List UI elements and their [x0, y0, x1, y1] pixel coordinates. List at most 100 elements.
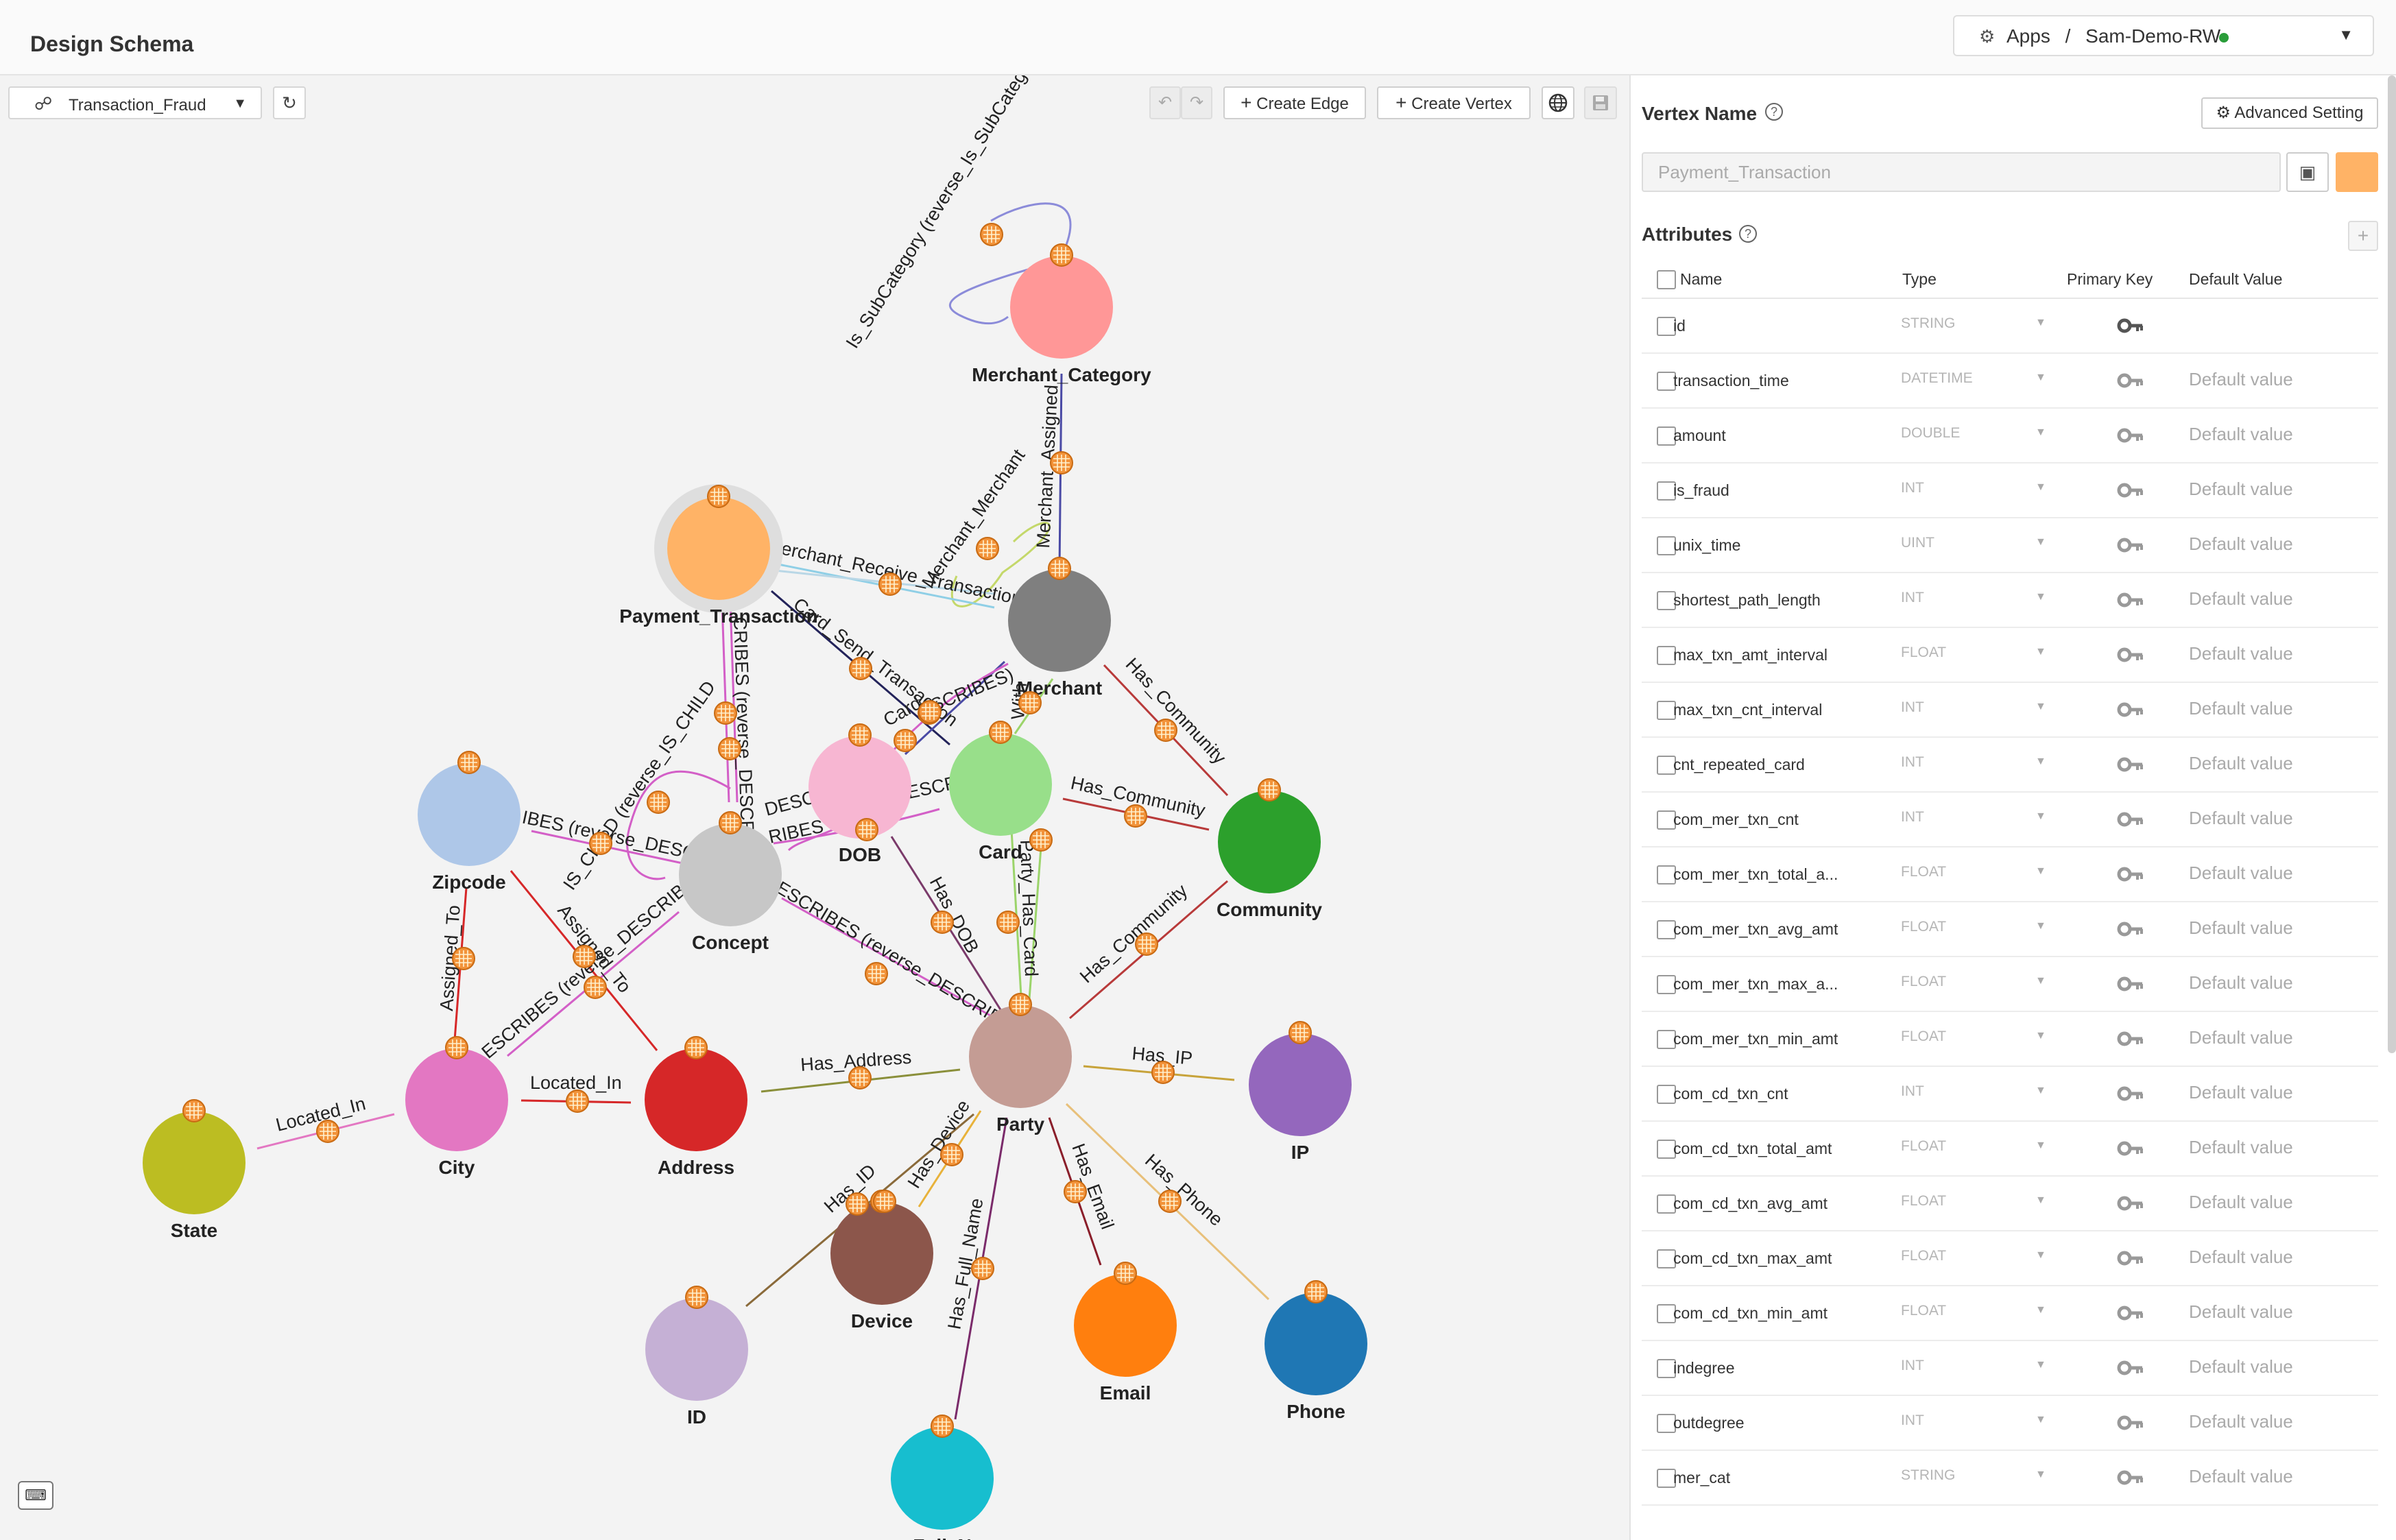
attribute-type-select[interactable]: FLOAT [1901, 1248, 1946, 1264]
edge-handle-icon[interactable] [1114, 1262, 1137, 1285]
vertex-circle[interactable] [143, 1111, 245, 1214]
chevron-down-icon[interactable]: ▼ [2035, 1140, 2046, 1152]
edge-handle-icon[interactable] [989, 721, 1012, 744]
table-row[interactable]: max_txn_cnt_interval INT ▼ Default value [1642, 683, 2378, 738]
attribute-type-select[interactable]: FLOAT [1901, 919, 1946, 935]
default-value-input[interactable]: Default value [2189, 972, 2293, 994]
table-row[interactable]: is_fraud INT ▼ Default value [1642, 464, 2378, 518]
default-value-input[interactable]: Default value [2189, 1027, 2293, 1048]
vertex-id[interactable]: ID [645, 1298, 748, 1428]
attribute-type-select[interactable]: FLOAT [1901, 1028, 1946, 1045]
chevron-down-icon[interactable]: ▼ [2035, 865, 2046, 878]
attribute-type-select[interactable]: INT [1901, 754, 1924, 771]
save-button[interactable] [1584, 86, 1617, 119]
table-row[interactable]: amount DOUBLE ▼ Default value [1642, 409, 2378, 464]
edge-handle-icon[interactable] [1304, 1280, 1328, 1303]
vertex-name-input[interactable]: Payment_Transaction [1642, 152, 2281, 192]
vertex-circle[interactable] [1249, 1033, 1352, 1136]
chevron-down-icon[interactable]: ▼ [2035, 975, 2046, 987]
edge-handle-icon[interactable] [1158, 1190, 1182, 1213]
edge-handle-icon[interactable] [316, 1120, 339, 1143]
vertex-state[interactable]: State [143, 1111, 245, 1241]
chevron-down-icon[interactable]: ▼ [233, 96, 247, 112]
attribute-type-select[interactable]: DOUBLE [1901, 425, 1960, 442]
edge-handle-icon[interactable] [684, 1036, 708, 1059]
table-row[interactable]: max_txn_amt_interval FLOAT ▼ Default value [1642, 628, 2378, 683]
undo-button[interactable]: ↶ [1149, 86, 1181, 119]
edge-handle-icon[interactable] [182, 1099, 206, 1122]
attribute-type-select[interactable]: FLOAT [1901, 645, 1946, 661]
schema-canvas[interactable]: Is_SubCategory (reverse_Is_SubCategory) … [0, 75, 1629, 1540]
vertex-zipcode[interactable]: Zipcode [418, 763, 520, 893]
edge-handle-icon[interactable] [707, 485, 730, 508]
chevron-down-icon[interactable]: ▼ [2035, 591, 2046, 603]
attribute-type-select[interactable]: INT [1901, 1412, 1924, 1429]
vertex-circle[interactable] [1074, 1274, 1177, 1377]
attribute-name[interactable]: mer_cat [1673, 1469, 1730, 1487]
vertex-circle[interactable] [645, 1048, 747, 1151]
attribute-type-select[interactable]: FLOAT [1901, 974, 1946, 990]
default-value-input[interactable]: Default value [2189, 424, 2293, 445]
edge-handle-icon[interactable] [873, 1190, 896, 1213]
edge-handle-icon[interactable] [878, 573, 902, 596]
attribute-name[interactable]: id [1673, 317, 1686, 335]
vertex-circle[interactable] [679, 823, 782, 926]
attribute-type-select[interactable]: INT [1901, 1083, 1924, 1100]
default-value-input[interactable]: Default value [2189, 1466, 2293, 1487]
attribute-type-select[interactable]: FLOAT [1901, 1193, 1946, 1210]
create-edge-button[interactable]: + Create Edge [1223, 86, 1366, 119]
default-value-input[interactable]: Default value [2189, 1356, 2293, 1377]
table-row[interactable]: mer_cat STRING ▼ Default value [1642, 1451, 2378, 1506]
primary-key-icon[interactable] [2115, 1023, 2146, 1055]
attribute-name[interactable]: is_fraud [1673, 481, 1729, 500]
edge-handle-icon[interactable] [848, 723, 872, 747]
vertex-merchant-category[interactable]: Merchant_Category [972, 256, 1151, 385]
chevron-down-icon[interactable]: ▼ [2035, 1085, 2046, 1097]
edge-handle-icon[interactable] [846, 1192, 869, 1216]
chevron-down-icon[interactable]: ▼ [2035, 372, 2046, 384]
primary-key-icon[interactable] [2115, 310, 2146, 341]
default-value-input[interactable]: Default value [2189, 369, 2293, 390]
chevron-down-icon[interactable]: ▼ [2035, 317, 2046, 329]
attribute-type-select[interactable]: STRING [1901, 1467, 1955, 1484]
attribute-type-select[interactable]: INT [1901, 1358, 1924, 1374]
attribute-type-select[interactable]: STRING [1901, 315, 1955, 332]
table-row[interactable]: com_cd_txn_max_amt FLOAT ▼ Default value [1642, 1231, 2378, 1286]
primary-key-icon[interactable] [2115, 474, 2146, 506]
help-icon[interactable]: ? [1765, 103, 1783, 121]
primary-key-icon[interactable] [2115, 749, 2146, 780]
attribute-name[interactable]: shortest_path_length [1673, 591, 1821, 610]
default-value-input[interactable]: Default value [2189, 533, 2293, 555]
edge-handle-icon[interactable] [931, 1415, 954, 1438]
default-value-input[interactable]: Default value [2189, 1192, 2293, 1213]
table-row[interactable]: com_mer_txn_cnt INT ▼ Default value [1642, 793, 2378, 847]
attribute-name[interactable]: com_cd_txn_max_amt [1673, 1249, 1832, 1268]
attribute-name[interactable]: transaction_time [1673, 372, 1789, 390]
vertex-phone[interactable]: Phone [1265, 1292, 1367, 1422]
attribute-type-select[interactable]: INT [1901, 480, 1924, 496]
attribute-type-select[interactable]: INT [1901, 590, 1924, 606]
chevron-down-icon[interactable]: ▼ [2035, 701, 2046, 713]
chevron-down-icon[interactable]: ▼ [2035, 1030, 2046, 1042]
chevron-down-icon[interactable]: ▼ [2035, 426, 2046, 439]
edge-handle-icon[interactable] [855, 818, 878, 841]
default-value-input[interactable]: Default value [2189, 753, 2293, 774]
chevron-down-icon[interactable]: ▼ [2035, 1359, 2046, 1371]
attribute-name[interactable]: com_cd_txn_total_amt [1673, 1140, 1832, 1158]
attribute-name[interactable]: com_cd_txn_avg_amt [1673, 1194, 1828, 1213]
edge-handle-icon[interactable] [584, 976, 607, 999]
edge-handle-icon[interactable] [1050, 451, 1073, 474]
vertex-color-button[interactable] [2336, 152, 2378, 192]
primary-key-icon[interactable] [2115, 1188, 2146, 1219]
edge-handle-icon[interactable] [865, 962, 888, 985]
chevron-down-icon[interactable]: ▼ [2035, 1414, 2046, 1426]
workspace-selector[interactable]: ⚙ Apps / Sam-Demo-RW ▼ [1953, 15, 2374, 56]
table-row[interactable]: com_mer_txn_max_a... FLOAT ▼ Default value [1642, 957, 2378, 1012]
default-value-input[interactable]: Default value [2189, 1301, 2293, 1323]
edge-label-has-community-party[interactable]: Has_Community [1076, 880, 1192, 987]
attribute-name[interactable]: indegree [1673, 1359, 1735, 1377]
table-row[interactable]: transaction_time DATETIME ▼ Default value [1642, 354, 2378, 409]
primary-key-icon[interactable] [2115, 1462, 2146, 1493]
default-value-input[interactable]: Default value [2189, 698, 2293, 719]
advanced-setting-button[interactable]: ⚙ Advanced Setting [2201, 97, 2378, 129]
